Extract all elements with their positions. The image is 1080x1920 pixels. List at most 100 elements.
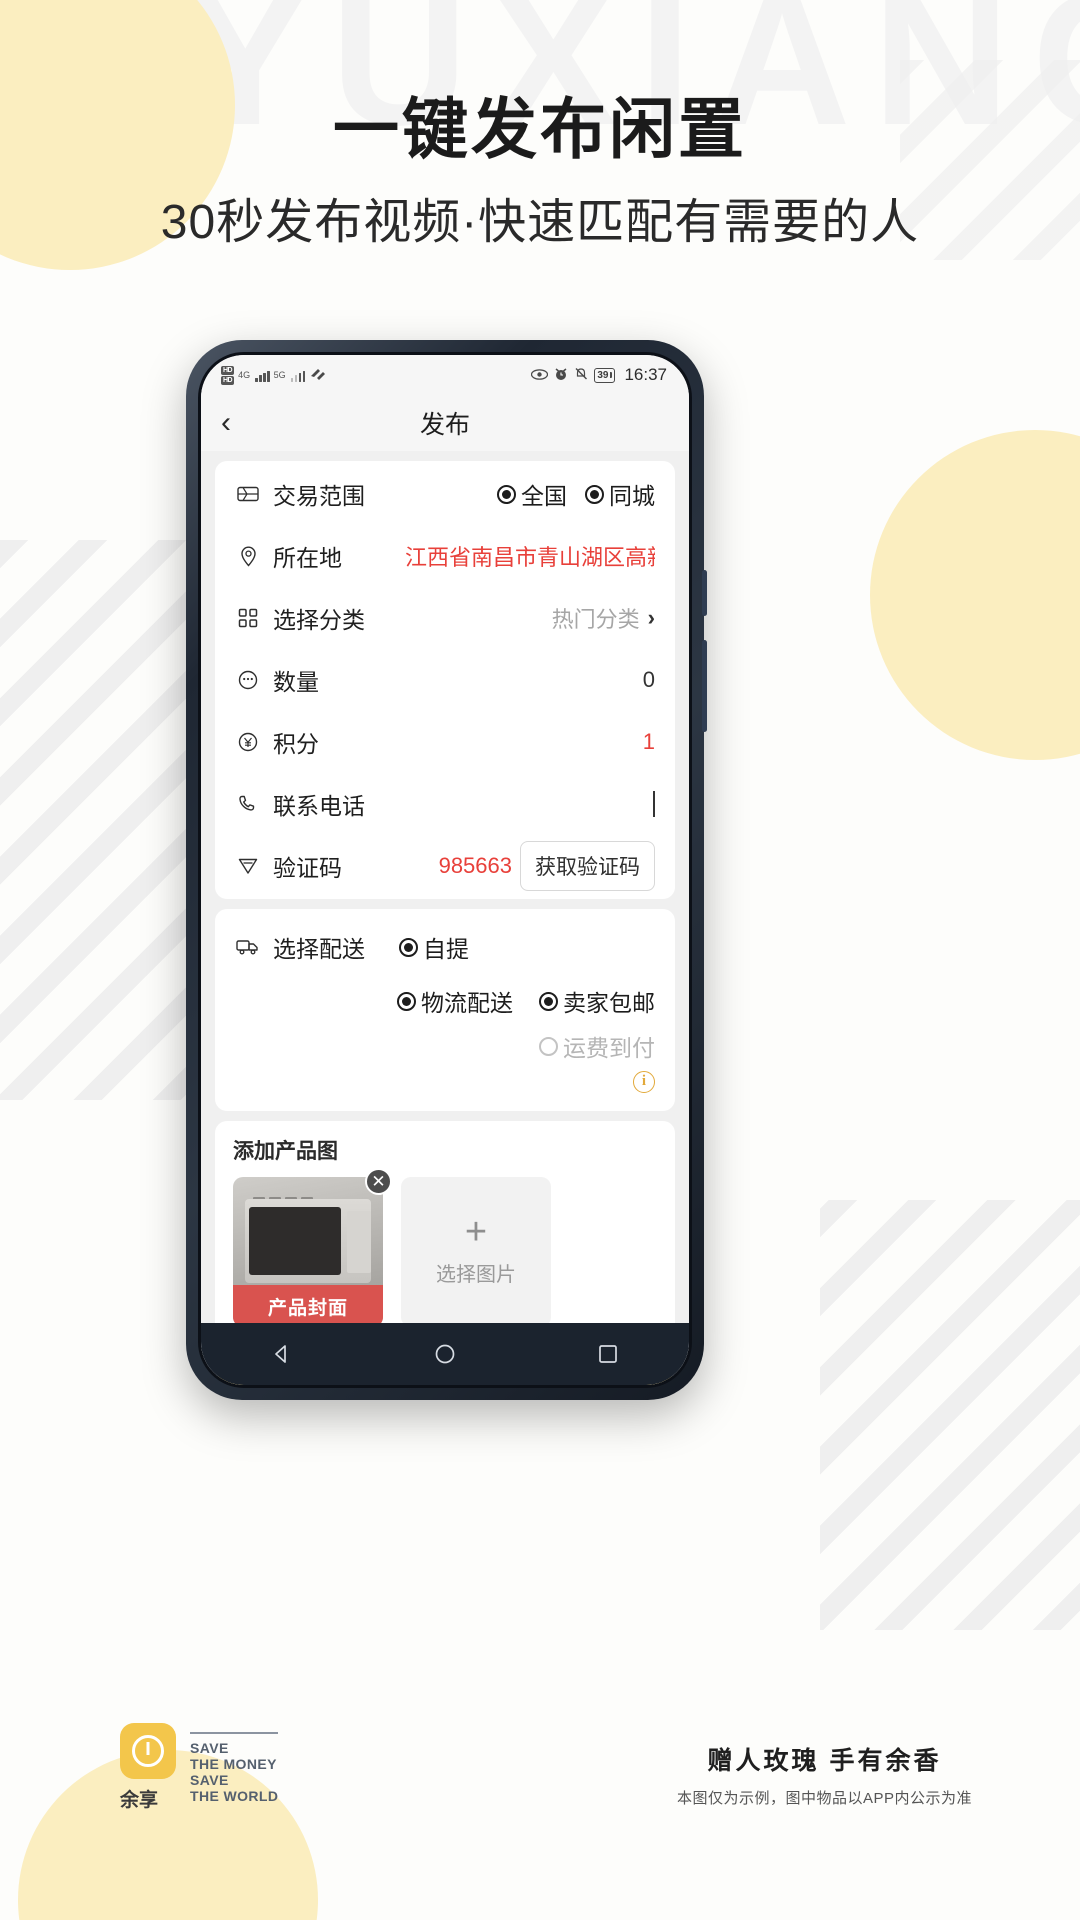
location-pin-icon xyxy=(235,543,261,569)
shipping-options-row-2: 物流配送 卖家包邮 xyxy=(235,973,655,1018)
add-image-button[interactable]: + 选择图片 xyxy=(401,1177,551,1327)
points-value-wrap[interactable]: 1 xyxy=(643,729,655,755)
phone-screen: HD HD 4G 5G 39 16:37 ‹ 发布 交易范围 全国 同城 所在地… xyxy=(198,352,692,1388)
phone-icon xyxy=(235,791,261,817)
mute-icon xyxy=(574,367,588,383)
shipping-header-row: 选择配送 自提 xyxy=(235,921,655,973)
form-row-trade-scope[interactable]: 交易范围 全国 同城 xyxy=(235,463,655,525)
eye-icon xyxy=(531,368,549,382)
microwave-panel xyxy=(347,1211,371,1273)
poster-root: YUXIANG 一键发布闲置 30秒发布视频·快速匹配有需要的人 HD HD 4… xyxy=(0,0,1080,1920)
trade-scope-label: 交易范围 xyxy=(273,483,365,509)
location-value-wrap: 江西省南昌市青山湖区高新大道 xyxy=(405,540,655,572)
wifi-icon xyxy=(309,367,327,383)
radio-self-pickup[interactable]: 自提 xyxy=(399,930,469,964)
close-icon[interactable]: ✕ xyxy=(365,1168,392,1195)
grid-icon xyxy=(235,605,261,631)
logo-mark-icon xyxy=(120,1723,176,1779)
product-image-item: ✕ 产品封面 xyxy=(233,1168,392,1327)
radio-label-samecity: 同城 xyxy=(609,483,655,509)
radio-label-self-pickup: 自提 xyxy=(423,936,469,962)
logo-glyph xyxy=(132,1735,164,1767)
truck-icon xyxy=(235,934,261,960)
radio-freight-collect[interactable]: 运费到付 xyxy=(539,1029,655,1063)
plus-icon: + xyxy=(464,1211,488,1254)
brand-tagline-line-2: THE MONEY xyxy=(190,1755,277,1772)
category-label: 选择分类 xyxy=(273,607,365,633)
status-bar-left: HD HD 4G 5G xyxy=(221,365,327,385)
quantity-value-wrap[interactable]: 0 xyxy=(643,667,655,693)
status-bar-right: 39 16:37 xyxy=(531,365,667,385)
verify-value-wrap: 985663 获取验证码 xyxy=(439,841,655,891)
status-bar: HD HD 4G 5G 39 16:37 xyxy=(201,355,689,395)
brand-tagline: SAVE THE MONEY SAVE THE WORLD xyxy=(190,1731,279,1804)
dots-circle-icon xyxy=(235,667,261,693)
footer-slogan: 赠人玫瑰 手有余香 xyxy=(707,1747,942,1775)
footer-disclaimer: 本图仅为示例，图中物品以APP内公示为准 xyxy=(676,1790,972,1807)
product-images-title: 添加产品图 xyxy=(233,1140,338,1163)
category-value-wrap: 热门分类 › xyxy=(552,602,655,634)
get-verify-code-button[interactable]: 获取验证码 xyxy=(520,841,655,891)
decor-stripes-right xyxy=(820,1200,1080,1630)
text-caret xyxy=(653,791,655,817)
signal-bars-sim2 xyxy=(290,369,306,382)
points-value: 1 xyxy=(642,729,655,754)
radio-label-freight-collect: 运费到付 xyxy=(563,1035,655,1061)
brand-tagline-line-4: THE WORLD xyxy=(190,1787,279,1804)
form-row-points[interactable]: 积分 1 xyxy=(235,711,655,773)
radio-samecity[interactable]: 同城 xyxy=(585,477,655,511)
form-row-location[interactable]: 所在地 江西省南昌市青山湖区高新大道 xyxy=(235,525,655,587)
recents-square-icon[interactable] xyxy=(595,1341,621,1367)
yen-circle-icon xyxy=(235,729,261,755)
radio-label-nationwide: 全国 xyxy=(521,483,567,509)
radio-dot-nationwide xyxy=(497,484,516,504)
android-nav-bar xyxy=(201,1323,689,1385)
network-type-sim2: 5G xyxy=(273,370,286,380)
info-icon[interactable]: i xyxy=(633,1071,655,1093)
phone-volume-button xyxy=(702,570,707,616)
back-triangle-icon[interactable] xyxy=(269,1341,295,1367)
radio-dot-seller-free-shipping xyxy=(539,991,558,1011)
footer-brand: 余享 SAVE THE MONEY SAVE THE WORLD xyxy=(120,1723,279,1812)
phone-label: 联系电话 xyxy=(273,793,365,819)
form-row-phone[interactable]: 联系电话 xyxy=(235,773,655,835)
radio-seller-free-shipping[interactable]: 卖家包邮 xyxy=(539,984,655,1018)
points-label: 积分 xyxy=(273,731,319,757)
shipping-label: 选择配送 xyxy=(273,936,365,962)
verify-code-value: 985663 xyxy=(438,853,512,878)
shield-icon xyxy=(235,853,261,879)
network-type-sim1: 4G xyxy=(238,370,251,380)
radio-dot-logistics xyxy=(397,991,416,1011)
publish-form-card: 交易范围 全国 同城 所在地 江西省南昌市青山湖区高 选择分类 热门分类 › 数… xyxy=(215,461,675,899)
shipping-info-row: i xyxy=(235,1063,655,1093)
phone-power-button xyxy=(702,640,707,732)
form-row-verify[interactable]: 验证码 985663 获取验证码 xyxy=(235,835,655,897)
quantity-value: 0 xyxy=(642,667,655,692)
shipping-options-row-3: 运费到付 xyxy=(235,1018,655,1063)
alarm-icon xyxy=(554,367,568,383)
product-thumbnail[interactable]: 产品封面 xyxy=(233,1177,383,1327)
brand-tagline-line-1: SAVE xyxy=(190,1739,229,1756)
radio-logistics[interactable]: 物流配送 xyxy=(397,984,513,1018)
location-label: 所在地 xyxy=(273,545,342,571)
radio-nationwide[interactable]: 全国 xyxy=(497,477,567,511)
brand-name-cn: 余享 xyxy=(120,1790,159,1811)
phone-input[interactable] xyxy=(653,791,655,817)
hd-badge-sim1: HD xyxy=(221,365,235,375)
ticket-icon xyxy=(235,481,261,507)
phone-mockup: HD HD 4G 5G 39 16:37 ‹ 发布 交易范围 全国 同城 所在地… xyxy=(186,340,707,1400)
home-circle-icon[interactable] xyxy=(432,1341,458,1367)
verify-label: 验证码 xyxy=(273,855,342,881)
form-row-category[interactable]: 选择分类 热门分类 › xyxy=(235,587,655,649)
form-row-quantity[interactable]: 数量 0 xyxy=(235,649,655,711)
category-value: 热门分类 xyxy=(551,607,640,632)
quantity-label: 数量 xyxy=(273,669,319,695)
microwave-door xyxy=(249,1207,341,1275)
signal-bars-sim1 xyxy=(255,369,270,382)
decor-circle-top-right xyxy=(870,430,1080,760)
page-title: 发布 xyxy=(419,411,470,439)
product-images-list: ✕ 产品封面 + 选择图片 xyxy=(233,1168,657,1327)
brand-tagline-line-3: SAVE xyxy=(190,1771,229,1788)
battery-indicator: 39 xyxy=(594,367,616,383)
radio-dot-self-pickup xyxy=(399,937,418,957)
